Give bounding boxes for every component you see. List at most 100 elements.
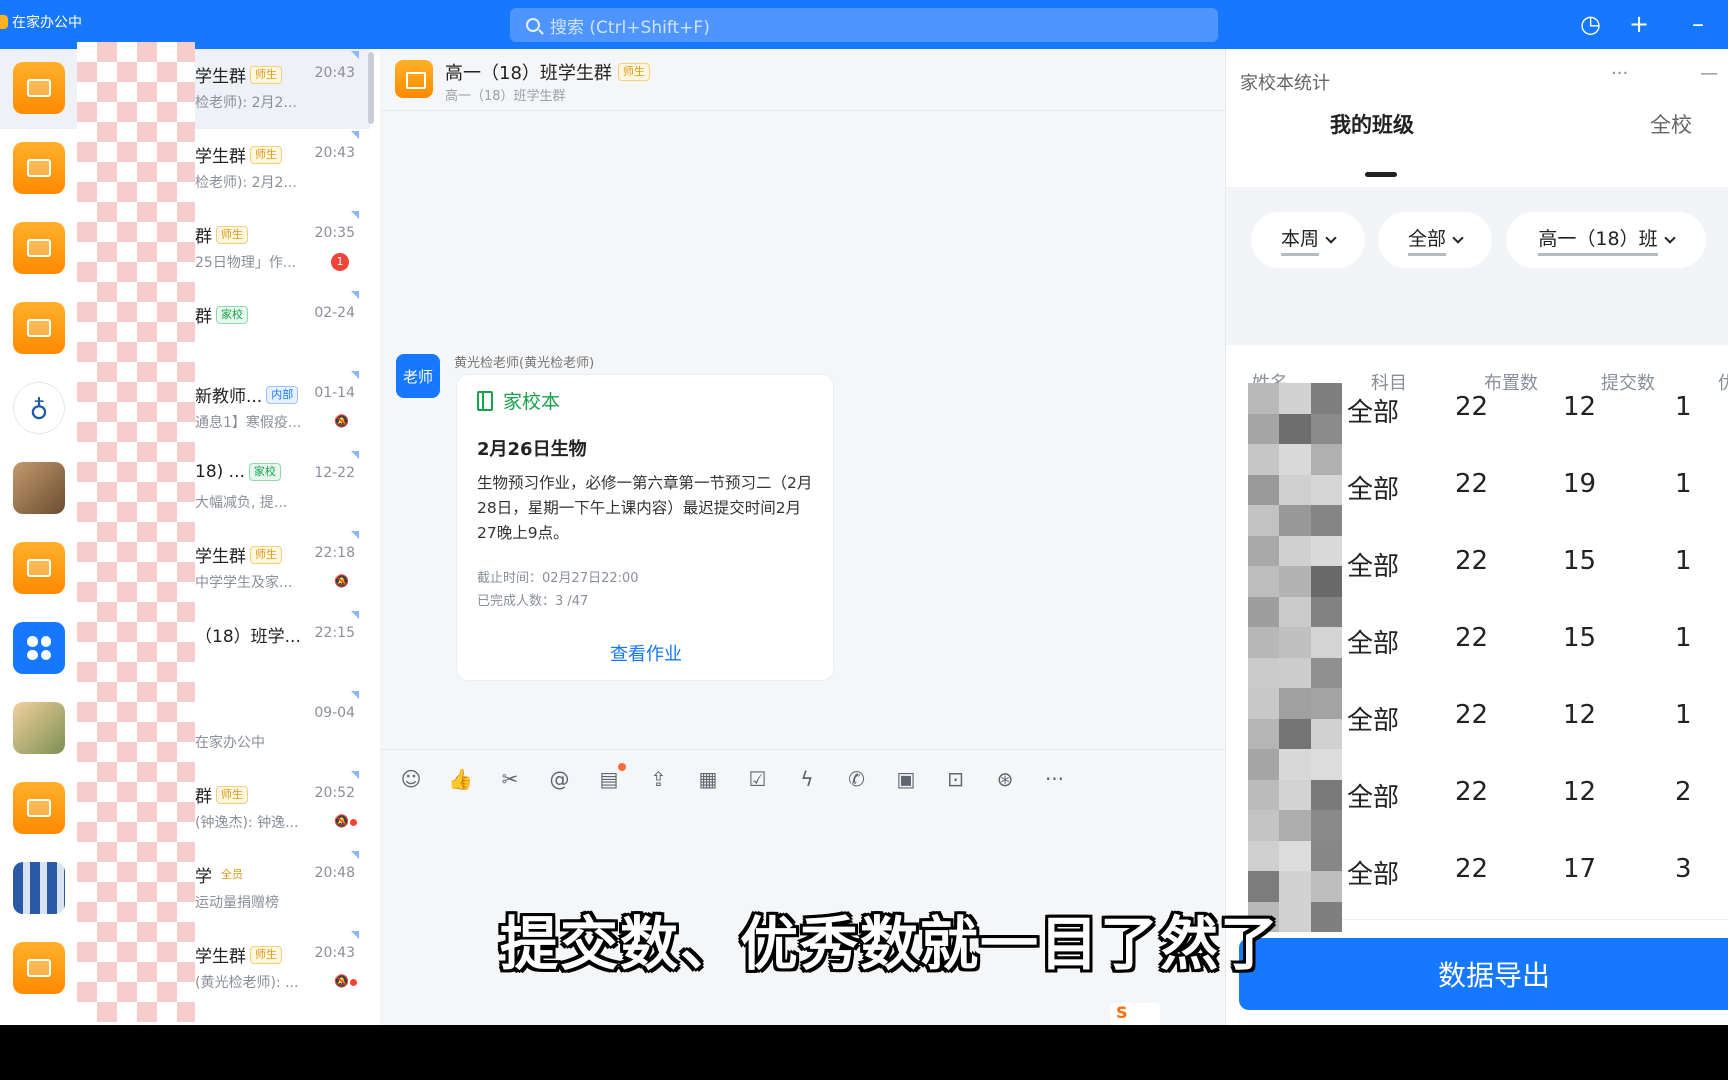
chat-list-item[interactable]: 群师生 20:35 25日物理」作... 1 bbox=[195, 209, 365, 289]
chat-list-item[interactable]: 学生群 师生 20:43 检老师): 2月2... bbox=[195, 129, 365, 209]
chat-item-badge: 师生 bbox=[216, 785, 248, 804]
chat-item-name: 群家校 bbox=[195, 302, 248, 327]
mosaic-tile bbox=[1248, 474, 1280, 505]
ime-indicator[interactable]: S bbox=[1110, 1003, 1160, 1025]
chat-item-name: （18）班学... bbox=[195, 622, 301, 647]
unread-dot bbox=[350, 819, 357, 826]
chat-list-item[interactable]: 学生群 师生 20:43 (黄光检老师): ... 🔕 bbox=[195, 929, 365, 1009]
chat-list-scrollbar[interactable] bbox=[368, 52, 374, 124]
more-icon[interactable]: ··· bbox=[1611, 63, 1628, 84]
chat-item-time: 20:35 bbox=[314, 225, 355, 241]
school-logo-avatar[interactable]: ♁ bbox=[13, 382, 65, 434]
chat-list-item[interactable]: 18) ... 家校 12-22 大幅减负, 提... bbox=[195, 449, 365, 529]
row-subject: 全部 bbox=[1347, 398, 1400, 428]
chat-item-preview: 运动量捐赠榜 bbox=[195, 895, 279, 911]
phone-icon[interactable]: ✆ bbox=[843, 765, 871, 793]
col-header-submitted[interactable]: 提交数 bbox=[1601, 369, 1655, 395]
filter-week-dropdown[interactable]: 本周 bbox=[1251, 212, 1365, 268]
app-avatar[interactable] bbox=[13, 622, 65, 674]
pin-marker bbox=[351, 51, 359, 59]
chat-item-time: 22:15 bbox=[314, 625, 355, 641]
group-avatar[interactable] bbox=[13, 542, 65, 594]
chat-list-item[interactable]: 学全员 20:48 运动量捐赠榜 bbox=[195, 849, 365, 929]
row-excellent-count: 3 bbox=[1675, 854, 1692, 884]
row-submitted-count: 15 bbox=[1563, 546, 1597, 576]
emoji-icon[interactable]: ☺ bbox=[397, 765, 425, 793]
app-window: 在家办公中 搜索 (Ctrl+Shift+F) ◷ + – ♁ 高一（18）班学… bbox=[0, 0, 1728, 1025]
chat-item-time: 01-14 bbox=[314, 385, 355, 401]
chat-title: 高一（18）班学生群 师生 bbox=[445, 59, 650, 85]
book-icon bbox=[27, 319, 51, 337]
group-avatar[interactable] bbox=[13, 782, 65, 834]
chat-list-item[interactable]: 群家校 02-24 bbox=[195, 289, 365, 369]
privacy-mosaic bbox=[77, 42, 195, 1022]
tab-whole-school[interactable]: 全校 bbox=[1650, 109, 1692, 139]
homework-stats-panel: 家校本统计 ··· — 数据导出 我的班级全校本周全部高一（18）班姓名科目布置… bbox=[1225, 49, 1728, 1025]
group-avatar[interactable] bbox=[13, 942, 65, 994]
scissors-icon[interactable]: ✂ bbox=[496, 765, 524, 793]
minimize-icon[interactable]: — bbox=[1700, 63, 1718, 84]
chat-item-time: 20:43 bbox=[314, 145, 355, 161]
chat-list-item[interactable]: 学生群 师生 22:18 中学学生及家... 🔕 bbox=[195, 529, 365, 609]
chat-item-badge: 家校 bbox=[216, 305, 248, 324]
mosaic-tile bbox=[1310, 596, 1342, 627]
mosaic-tile bbox=[1248, 749, 1280, 780]
col-header-excellent[interactable]: 优 bbox=[1718, 369, 1728, 395]
minimize-icon[interactable]: – bbox=[1692, 10, 1704, 38]
status-label[interactable]: 在家办公中 bbox=[0, 12, 82, 32]
at-icon[interactable]: @ bbox=[546, 765, 574, 793]
chat-list-item[interactable]: 09-04 在家办公中 bbox=[195, 689, 365, 769]
pin-marker bbox=[351, 691, 359, 699]
thumbs-up-icon[interactable]: 👍 bbox=[447, 765, 475, 793]
mosaic-tile bbox=[1310, 810, 1342, 841]
filter-class-dropdown[interactable]: 高一（18）班 bbox=[1506, 212, 1706, 268]
chat-list-item[interactable]: 新教师... 内部 01-14 通息1】寒假疫... 🔕 bbox=[195, 369, 365, 449]
plus-icon[interactable]: + bbox=[1629, 10, 1649, 38]
homework-card[interactable]: 家校本 2月26日生物 生物预习作业，必修一第六章第一节预习二（2月28日，星期… bbox=[456, 374, 834, 681]
group-avatar[interactable] bbox=[13, 222, 65, 274]
collage-avatar[interactable] bbox=[13, 862, 65, 914]
col-header-assigned[interactable]: 布置数 bbox=[1484, 369, 1538, 395]
cat-photo-avatar[interactable] bbox=[13, 702, 65, 754]
chat-item-name-text: 群 bbox=[195, 307, 212, 327]
active-tab-indicator bbox=[1365, 172, 1397, 177]
group-avatar[interactable] bbox=[13, 142, 65, 194]
group-avatar[interactable] bbox=[395, 60, 433, 98]
chat-item-preview: 检老师): 2月2... bbox=[195, 175, 297, 191]
group-avatar[interactable] bbox=[13, 302, 65, 354]
mosaic-tile bbox=[1279, 383, 1311, 414]
note-add-icon[interactable]: ▤ bbox=[595, 763, 626, 793]
view-homework-link[interactable]: 查看作业 bbox=[457, 640, 835, 666]
upload-icon[interactable]: ⇪ bbox=[645, 765, 673, 793]
row-submitted-count: 17 bbox=[1563, 854, 1597, 884]
export-data-button[interactable]: 数据导出 bbox=[1239, 938, 1728, 1010]
school-icon[interactable]: ⊛ bbox=[991, 765, 1019, 793]
search-input[interactable]: 搜索 (Ctrl+Shift+F) bbox=[510, 8, 1218, 42]
history-icon[interactable]: ◷ bbox=[1580, 10, 1601, 38]
pin-marker bbox=[351, 531, 359, 539]
group-avatar[interactable] bbox=[13, 62, 65, 114]
live-icon[interactable]: ▣ bbox=[892, 765, 920, 793]
chat-item-name-text: （18）班学... bbox=[195, 627, 301, 647]
mosaic-tile bbox=[1248, 657, 1280, 688]
chat-list-item[interactable]: （18）班学... 22:15 bbox=[195, 609, 365, 689]
more-icon[interactable]: ··· bbox=[1041, 765, 1069, 793]
mosaic-tile bbox=[1279, 688, 1311, 719]
filter-subject-dropdown[interactable]: 全部 bbox=[1378, 212, 1492, 268]
row-subject: 全部 bbox=[1347, 783, 1400, 813]
sender-avatar[interactable]: 老师 bbox=[396, 354, 440, 398]
lightning-icon[interactable]: ϟ bbox=[793, 765, 821, 793]
chat-list-item[interactable]: 学生群 师生 20:43 检老师): 2月2... bbox=[195, 49, 365, 129]
chat-list-item[interactable]: 群师生 20:52 (钟逸杰): 钟逸... 🔕 bbox=[195, 769, 365, 849]
pin-marker bbox=[351, 851, 359, 859]
mosaic-tile bbox=[1248, 840, 1280, 871]
mosaic-tile bbox=[1248, 596, 1280, 627]
tab-my-class[interactable]: 我的班级 bbox=[1330, 109, 1414, 139]
row-excellent-count: 1 bbox=[1675, 469, 1692, 499]
photo-avatar[interactable] bbox=[13, 462, 65, 514]
screen-share-icon[interactable]: ⊡ bbox=[942, 765, 970, 793]
row-submitted-count: 12 bbox=[1563, 700, 1597, 730]
book-icon bbox=[27, 799, 51, 817]
checkbox-icon[interactable]: ☑ bbox=[744, 765, 772, 793]
calendar-icon[interactable]: ▦ bbox=[694, 765, 722, 793]
